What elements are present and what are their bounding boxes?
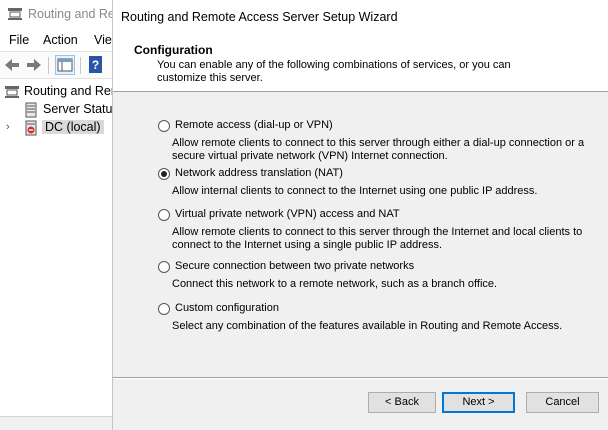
page-subtitle: You can enable any of the following comb… (157, 59, 511, 84)
option-description: Allow remote clients to connect to this … (172, 226, 583, 251)
toolbar-separator (80, 57, 81, 74)
cancel-button[interactable]: Cancel (526, 392, 599, 413)
chevron-right-icon[interactable]: › (6, 121, 10, 133)
tree-item-dc-local[interactable]: › DC (local) (6, 119, 112, 137)
option-label[interactable]: Secure connection between two private ne… (175, 260, 414, 272)
console-tree: Routing and Ren Server Status › DC (loca… (0, 80, 119, 416)
mmc-window: Routing and Re File Action Vie ? Routing… (0, 0, 119, 430)
option-remote-access[interactable]: Remote access (dial-up or VPN) Allow rem… (158, 119, 598, 166)
option-label[interactable]: Network address translation (NAT) (175, 167, 343, 179)
menu-view[interactable]: Vie (94, 33, 112, 47)
mmc-menubar: File Action Vie (0, 30, 112, 50)
setup-wizard-dialog: Routing and Remote Access Server Setup W… (112, 0, 608, 430)
option-nat[interactable]: Network address translation (NAT) Allow … (158, 167, 598, 202)
option-description: Select any combination of the features a… (172, 320, 563, 332)
server-down-icon (23, 120, 39, 136)
toolbar-separator (48, 57, 49, 74)
footer-separator (113, 377, 608, 379)
next-button[interactable]: Next > (442, 392, 515, 413)
radio-vpn-and-nat[interactable] (158, 209, 170, 221)
radio-remote-access[interactable] (158, 120, 170, 132)
option-description: Connect this network to a remote network… (172, 278, 498, 290)
tree-item-server-status[interactable]: Server Status (23, 101, 119, 119)
radio-secure-connection[interactable] (158, 261, 170, 273)
svg-text:?: ? (92, 58, 99, 72)
server-icon (23, 102, 39, 118)
tree-item-label: Server Status (43, 102, 119, 116)
option-description: Allow remote clients to connect to this … (172, 137, 585, 162)
option-secure-connection[interactable]: Secure connection between two private ne… (158, 260, 598, 295)
wizard-header: Configuration You can enable any of the … (113, 34, 608, 92)
option-description: Allow internal clients to connect to the… (172, 185, 538, 197)
mmc-window-title: Routing and Re (28, 7, 115, 21)
show-hide-tree-icon[interactable] (55, 55, 75, 75)
tree-item-label: DC (local) (42, 120, 104, 134)
routing-app-icon (7, 7, 23, 21)
back-button[interactable]: < Back (368, 392, 436, 413)
help-icon[interactable]: ? (86, 55, 106, 75)
tree-item-root[interactable]: Routing and Ren (4, 83, 118, 101)
option-label[interactable]: Custom configuration (175, 302, 279, 314)
radio-nat[interactable] (158, 168, 170, 180)
page-title: Configuration (134, 43, 213, 57)
back-arrow-icon[interactable] (2, 55, 22, 75)
mmc-titlebar: Routing and Re (0, 0, 115, 30)
option-vpn-and-nat[interactable]: Virtual private network (VPN) access and… (158, 208, 598, 255)
forward-arrow-icon[interactable] (24, 55, 44, 75)
wizard-titlebar[interactable]: Routing and Remote Access Server Setup W… (113, 0, 608, 34)
routing-server-icon (4, 84, 20, 100)
radio-custom-configuration[interactable] (158, 303, 170, 315)
mmc-statusbar (0, 416, 112, 430)
tree-root-label: Routing and Ren (24, 84, 118, 98)
option-custom-configuration[interactable]: Custom configuration Select any combinat… (158, 302, 598, 337)
menu-action[interactable]: Action (43, 33, 78, 47)
option-label[interactable]: Remote access (dial-up or VPN) (175, 119, 333, 131)
wizard-title: Routing and Remote Access Server Setup W… (121, 10, 398, 24)
menu-file[interactable]: File (9, 33, 29, 47)
mmc-toolbar: ? (0, 51, 112, 79)
option-label[interactable]: Virtual private network (VPN) access and… (175, 208, 400, 220)
configuration-options: Remote access (dial-up or VPN) Allow rem… (113, 92, 608, 378)
